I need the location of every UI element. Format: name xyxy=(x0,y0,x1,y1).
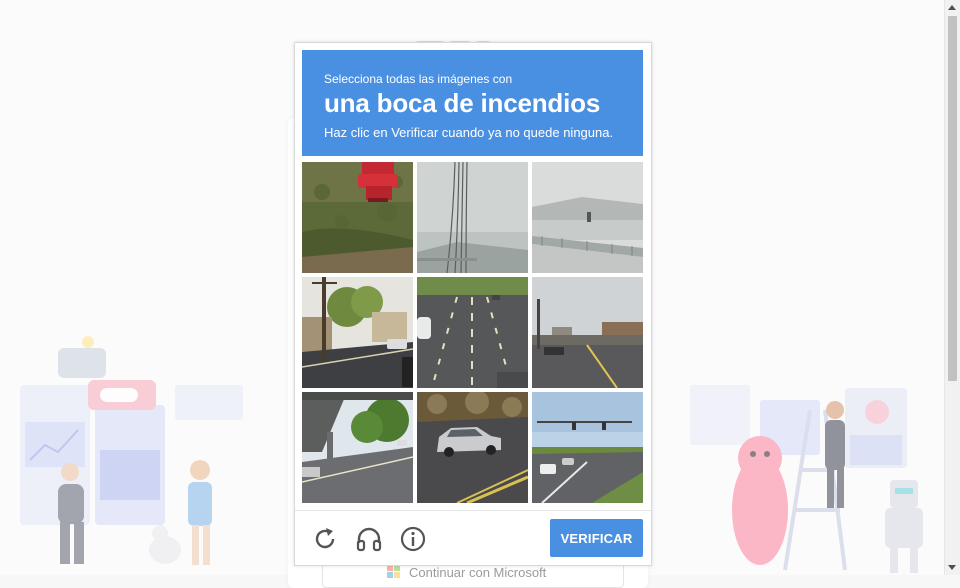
info-icon[interactable] xyxy=(397,523,429,555)
target-object: una boca de incendios xyxy=(324,88,601,118)
instruction-prefix: Selecciona todas las imágenes con xyxy=(324,72,513,86)
image-tile-5[interactable] xyxy=(417,277,528,388)
image-tile-6[interactable] xyxy=(532,277,643,388)
scroll-down-arrow-icon[interactable] xyxy=(948,565,956,570)
instruction-hint: Haz clic en Verificar cuando ya no quede… xyxy=(324,125,614,140)
microsoft-logo-icon xyxy=(387,565,401,579)
verify-button[interactable]: VERIFICAR xyxy=(550,519,643,557)
image-tile-2[interactable] xyxy=(417,162,528,273)
page-scrollbar[interactable] xyxy=(944,0,960,575)
image-grid xyxy=(302,162,644,504)
left-illustration xyxy=(20,336,243,565)
image-tile-7[interactable] xyxy=(302,392,413,503)
scroll-up-arrow-icon[interactable] xyxy=(948,5,956,10)
microsoft-login-label: Continuar con Microsoft xyxy=(409,565,547,580)
image-tile-1[interactable] xyxy=(302,162,413,273)
challenge-header: Selecciona todas las imágenes con una bo… xyxy=(302,50,643,156)
image-tile-4[interactable] xyxy=(302,277,413,388)
image-tile-3[interactable] xyxy=(532,162,643,273)
recaptcha-challenge: Selecciona todas las imágenes con una bo… xyxy=(294,42,652,566)
scroll-thumb[interactable] xyxy=(948,16,957,381)
reload-icon[interactable] xyxy=(309,523,341,555)
image-tile-9[interactable] xyxy=(532,392,643,503)
right-illustration xyxy=(690,385,923,573)
image-tile-8[interactable] xyxy=(417,392,528,503)
challenge-footer: VERIFICAR xyxy=(295,510,651,566)
headphones-icon[interactable] xyxy=(353,523,385,555)
